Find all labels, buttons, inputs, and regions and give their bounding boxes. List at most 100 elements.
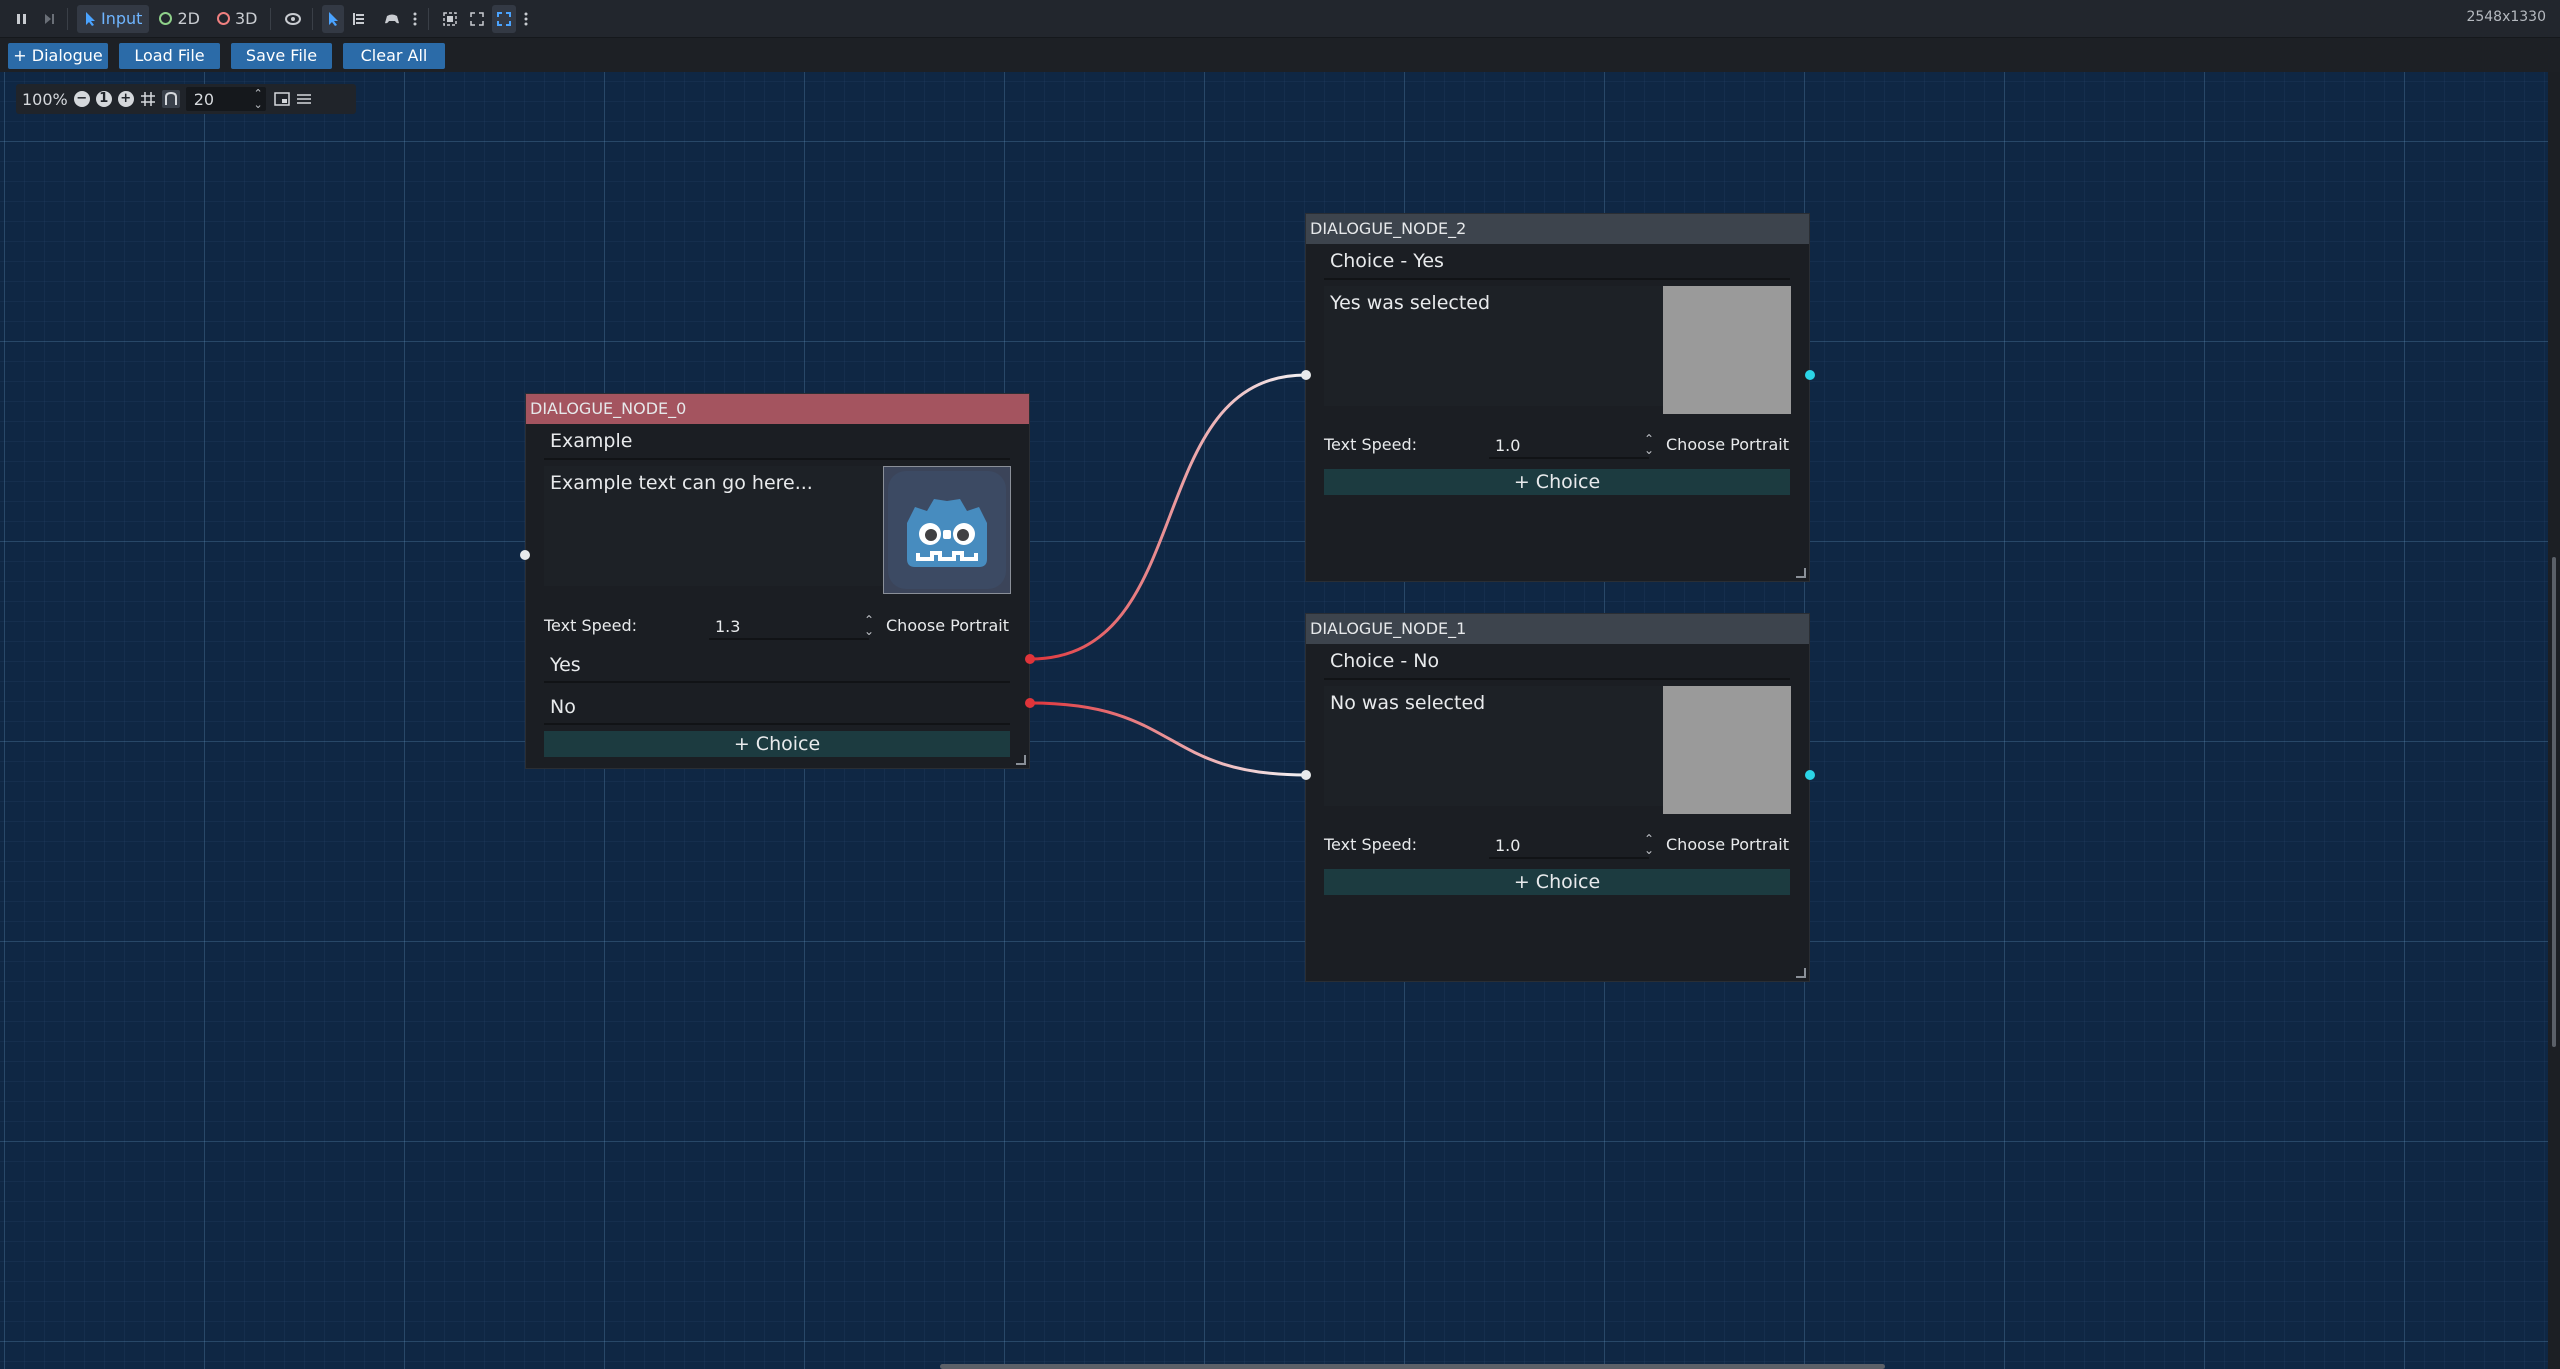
input-label: Input — [101, 9, 143, 28]
output-port[interactable] — [1805, 770, 1815, 780]
fit-icon — [470, 11, 485, 26]
dialogue-text-area[interactable]: Yes was selected — [1324, 286, 1666, 406]
fit-button[interactable] — [465, 5, 489, 33]
resize-handle[interactable] — [1796, 568, 1806, 578]
add-choice-button[interactable]: + Choice — [1324, 469, 1790, 495]
portrait-image[interactable] — [883, 466, 1011, 594]
mode-2d-label: 2D — [177, 9, 200, 28]
text-speed-spinbox[interactable]: 1.3 — [709, 614, 869, 640]
node-title[interactable]: DIALOGUE_NODE_2 — [1306, 214, 1809, 244]
mode-2d-button[interactable]: 2D — [152, 5, 207, 33]
output-port[interactable] — [1805, 370, 1815, 380]
game-controller-icon — [385, 14, 400, 23]
zoom-out-button[interactable]: − — [73, 91, 90, 107]
mode-3d-label: 3D — [234, 9, 258, 28]
circle-3d-icon — [216, 12, 230, 25]
pause-button[interactable] — [10, 5, 34, 33]
choice-field-yes[interactable]: Yes — [544, 647, 1010, 683]
camera-button[interactable] — [438, 5, 462, 33]
clear-all-button[interactable]: Clear All — [343, 43, 445, 69]
dialogue-node-2[interactable]: DIALOGUE_NODE_2 Choice - Yes Yes was sel… — [1305, 213, 1810, 582]
dialogue-node-0[interactable]: DIALOGUE_NODE_0 Example Example text can… — [525, 393, 1030, 769]
mode-3d-button[interactable]: 3D — [210, 5, 265, 33]
snap-icon — [164, 91, 177, 105]
minimap-toggle-button[interactable] — [274, 91, 290, 107]
fullscreen-icon — [497, 11, 512, 26]
minimap-icon — [274, 92, 290, 106]
dialogue-text-area[interactable]: No was selected — [1324, 686, 1666, 806]
node-title[interactable]: DIALOGUE_NODE_0 — [526, 394, 1029, 424]
spin-arrows-icon[interactable]: ⌃ ⌄ — [254, 88, 263, 110]
pause-icon — [17, 13, 26, 24]
app-toolbar: + Dialogue Load File Save File Clear All — [0, 38, 2560, 72]
node-name-field[interactable]: Choice - No — [1324, 646, 1790, 680]
minus-icon: − — [73, 91, 90, 107]
resize-handle[interactable] — [1016, 755, 1026, 765]
game-controller-button[interactable] — [379, 5, 405, 33]
text-speed-spinbox[interactable]: 1.0 — [1489, 833, 1649, 859]
camera-icon — [443, 11, 458, 26]
vertical-scrollbar[interactable] — [2548, 72, 2560, 1369]
node-name-field[interactable]: Choice - Yes — [1324, 246, 1790, 280]
text-speed-label: Text Speed: — [1324, 435, 1417, 454]
step-button[interactable] — [37, 5, 61, 33]
resize-handle[interactable] — [1796, 968, 1806, 978]
fullscreen-button[interactable] — [492, 4, 517, 33]
godot-logo-icon — [888, 471, 1006, 589]
spin-arrows-icon[interactable]: ⌃ ⌄ — [1644, 433, 1654, 456]
load-file-button[interactable]: Load File — [119, 43, 220, 69]
text-speed-label: Text Speed: — [1324, 835, 1417, 854]
choose-portrait-button[interactable]: Choose Portrait — [886, 616, 1009, 635]
dialogue-node-1[interactable]: DIALOGUE_NODE_1 Choice - No No was selec… — [1305, 613, 1810, 982]
input-pointer-icon — [86, 11, 95, 26]
graph-canvas[interactable]: 100% − 1 + 20 ⌃ ⌄ DIALOGUE_NODE_0 Exampl… — [0, 72, 2548, 1369]
spin-arrows-icon[interactable]: ⌃ ⌄ — [1644, 833, 1654, 856]
vertical-scroll-thumb[interactable] — [2552, 557, 2556, 1047]
visibility-button[interactable] — [280, 5, 306, 33]
choose-portrait-button[interactable]: Choose Portrait — [1666, 435, 1789, 454]
add-dialogue-button[interactable]: + Dialogue — [8, 43, 108, 69]
zoom-reset-button[interactable]: 1 — [95, 91, 112, 107]
input-port[interactable] — [1301, 370, 1311, 380]
circle-2d-icon — [159, 12, 173, 25]
input-toggle-button[interactable]: Input — [77, 4, 150, 33]
add-choice-button[interactable]: + Choice — [544, 731, 1010, 757]
save-file-button[interactable]: Save File — [231, 43, 332, 69]
spin-arrows-icon[interactable]: ⌃ ⌄ — [864, 614, 874, 637]
more-options-button-2[interactable] — [519, 5, 533, 33]
choice-field-no[interactable]: No — [544, 689, 1010, 725]
select-tool-button[interactable] — [322, 4, 345, 33]
portrait-placeholder[interactable] — [1663, 286, 1791, 414]
separator — [312, 7, 314, 30]
separator — [270, 7, 272, 30]
list-icon — [353, 12, 365, 25]
grid-toggle-button[interactable] — [140, 91, 156, 107]
arrange-nodes-button[interactable] — [296, 91, 312, 107]
list-tool-button[interactable] — [347, 5, 371, 33]
input-port[interactable] — [1301, 770, 1311, 780]
connection-yes[interactable] — [1029, 373, 1307, 661]
add-choice-button[interactable]: + Choice — [1324, 869, 1790, 895]
reset-icon: 1 — [95, 91, 112, 107]
connection-no[interactable] — [1029, 701, 1307, 777]
snap-distance-value: 20 — [193, 89, 215, 109]
horizontal-scrollbar[interactable] — [940, 1364, 1885, 1369]
zoom-in-button[interactable]: + — [117, 91, 134, 107]
more-icon — [524, 12, 528, 25]
node-name-field[interactable]: Example — [544, 426, 1010, 460]
snap-toggle-button[interactable] — [161, 90, 180, 108]
snap-distance-spinbox[interactable]: 20 ⌃ ⌄ — [185, 87, 266, 111]
step-icon — [45, 13, 54, 24]
text-speed-spinbox[interactable]: 1.0 — [1489, 433, 1649, 459]
output-port-no[interactable] — [1025, 698, 1035, 708]
choose-portrait-button[interactable]: Choose Portrait — [1666, 835, 1789, 854]
more-options-button[interactable] — [408, 5, 422, 33]
editor-top-bar: Input 2D 3D 2548x1330 — [0, 0, 2560, 38]
grid-icon — [140, 92, 155, 106]
connections-layer — [1029, 373, 1307, 777]
portrait-placeholder[interactable] — [1663, 686, 1791, 814]
input-port[interactable] — [520, 550, 530, 560]
node-title[interactable]: DIALOGUE_NODE_1 — [1306, 614, 1809, 644]
output-port-yes[interactable] — [1025, 654, 1035, 664]
dialogue-text-area[interactable]: Example text can go here... — [544, 466, 886, 586]
